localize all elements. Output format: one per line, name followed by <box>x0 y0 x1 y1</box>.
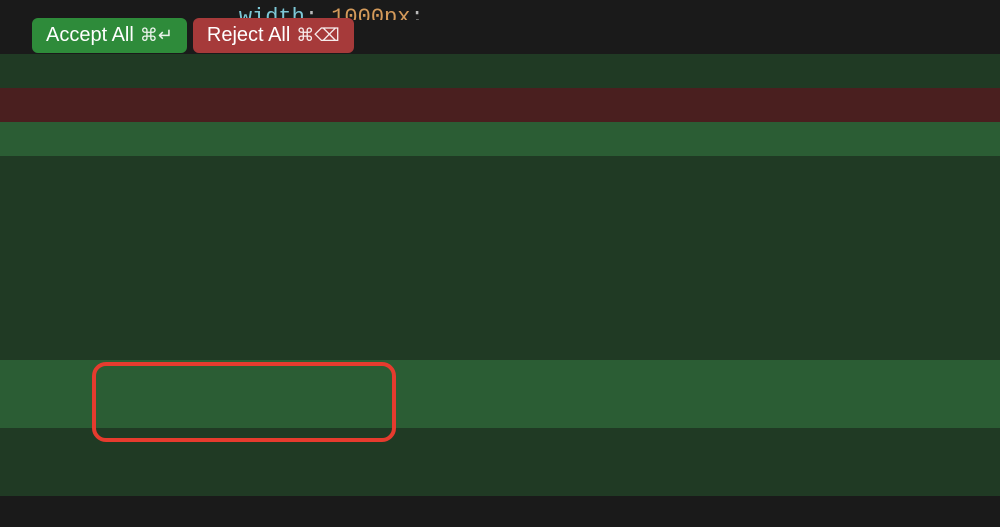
code-line: color: #333; <box>0 224 1000 258</box>
code-editor: Accept All ⌘↵ Reject All ⌘⌫ width: 1000p… <box>0 0 1000 527</box>
code-line: </style> <box>0 496 1000 527</box>
diff-removed-line: .light-button { <box>0 88 1000 122</box>
accept-all-label: Accept All <box>46 24 134 47</box>
code-line: border: 1px solid #ccc; <box>0 190 1000 224</box>
code-line: } <box>0 428 1000 462</box>
code-line: font-size: 16px; <box>0 292 1000 326</box>
code-line: padding: 10px 20px; <box>0 258 1000 292</box>
accept-all-button[interactable]: Accept All ⌘↵ <box>32 18 187 53</box>
reject-all-button[interactable]: Reject All ⌘⌫ <box>193 18 354 53</box>
code-line: background-color: #f2f2f2; <box>0 156 1000 190</box>
diff-added-line: margin-top: 5px; <box>0 360 1000 394</box>
code-line <box>0 462 1000 496</box>
diff-added-line: margin-bottom: 5px; <box>0 394 1000 428</box>
reject-all-label: Reject All <box>207 24 290 47</box>
reject-all-shortcut: ⌘⌫ <box>296 25 339 46</box>
code-line: } <box>0 54 1000 88</box>
diff-action-bar: Accept All ⌘↵ Reject All ⌘⌫ <box>32 18 354 53</box>
code-line: width: 1000px; <box>0 0 1000 20</box>
code-line: border-radius: 5px; <box>0 326 1000 360</box>
accept-all-shortcut: ⌘↵ <box>140 25 173 46</box>
diff-added-line: .light-button { <box>0 122 1000 156</box>
